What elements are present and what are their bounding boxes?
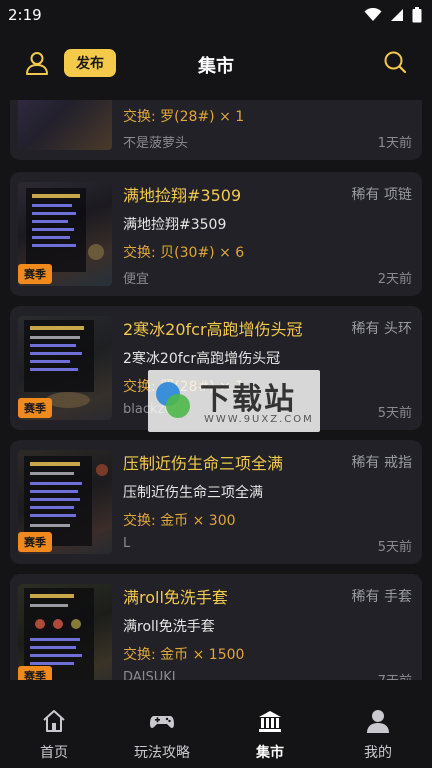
card-time: 2天前 [377, 272, 412, 287]
card-tag: 稀有 头环 [351, 321, 412, 337]
card-tag: 稀有 戒指 [351, 455, 412, 471]
card-seller: L [123, 536, 131, 551]
card-time: 5天前 [377, 540, 412, 555]
home-icon [43, 710, 65, 732]
watermark-text: 下载站 [200, 382, 296, 417]
site-watermark: 下载站 WWW.9UXZ.COM [148, 370, 320, 432]
gamepad-icon [150, 716, 174, 728]
item-thumbnail: 赛季 [18, 584, 112, 680]
page-title: 集市 [198, 56, 234, 77]
card-description: 满roll免洗手套 [123, 619, 215, 635]
card-description: 压制近伤生命三项全满 [123, 485, 263, 501]
listing-card[interactable]: 赛季 压制近伤生命三项全满 稀有 戒指 压制近伤生命三项全满 交换: 金币 × … [10, 440, 422, 564]
item-thumbnail: 赛季 [18, 182, 112, 286]
nav-item-market[interactable]: 集市 [216, 696, 324, 768]
item-thumbnail: 赛季 [18, 450, 112, 554]
wifi-icon [364, 8, 382, 21]
card-time: 5天前 [377, 406, 412, 421]
status-time: 2:19 [8, 6, 42, 24]
card-description: 满地捡翔#3509 [123, 217, 227, 233]
season-badge: 赛季 [18, 666, 52, 680]
card-title: 满地捡翔#3509 [123, 186, 242, 205]
nav-label: 首页 [40, 745, 68, 761]
item-thumbnail: 赛季 [18, 316, 112, 420]
card-title: 压制近伤生命三项全满 [123, 454, 284, 473]
card-exchange: 交换: 金币 × 1500 [123, 647, 245, 663]
card-exchange: 交换: 罗(28#) × 1 [123, 109, 245, 125]
item-thumbnail [18, 100, 112, 150]
card-exchange: 交换: 金币 × 300 [123, 513, 236, 529]
nav-label: 我的 [364, 745, 392, 761]
battery-icon [412, 7, 422, 23]
card-time: 1天前 [377, 136, 412, 151]
nav-item-profile[interactable]: 我的 [324, 696, 432, 768]
bank-icon [259, 711, 281, 732]
listing-card[interactable]: 交换: 罗(28#) × 1 不是菠萝头 1天前 [10, 100, 422, 160]
card-tag: 稀有 手套 [351, 589, 412, 605]
nav-label: 集市 [256, 745, 284, 761]
card-seller: 不是菠萝头 [123, 136, 189, 151]
status-bar: 2:19 [0, 0, 432, 30]
card-time: 7天前 [378, 670, 412, 680]
card-exchange: 交换: 贝(30#) × 6 [123, 245, 245, 261]
status-icons [364, 7, 422, 23]
nav-item-guides[interactable]: 玩法攻略 [108, 696, 216, 768]
watermark-url: WWW.9UXZ.COM [204, 414, 314, 425]
listing-card[interactable]: 赛季 满roll免洗手套 稀有 手套 满roll免洗手套 交换: 金币 × 15… [10, 574, 422, 680]
season-badge: 赛季 [18, 532, 52, 552]
card-title: 满roll免洗手套 [123, 588, 228, 607]
season-badge: 赛季 [18, 264, 52, 284]
app-header: 发布 集市 [0, 32, 432, 94]
search-icon[interactable] [382, 49, 408, 75]
card-description: 2寒冰20fcr高跑增伤头冠 [123, 351, 281, 367]
card-title: 2寒冰20fcr高跑增伤头冠 [123, 320, 303, 339]
signal-icon [391, 9, 403, 21]
bottom-nav: 首页 玩法攻略 集市 我的 [0, 696, 432, 768]
season-badge: 赛季 [18, 398, 52, 418]
card-seller: DAISUKI [123, 670, 176, 680]
watermark-logo-icon [156, 382, 190, 418]
nav-item-home[interactable]: 首页 [0, 696, 108, 768]
listing-card[interactable]: 赛季 满地捡翔#3509 稀有 项链 满地捡翔#3509 交换: 贝(30#) … [10, 172, 422, 296]
card-seller: 便宜 [123, 272, 150, 287]
card-tag: 稀有 项链 [351, 187, 412, 203]
person-icon [367, 710, 389, 733]
nav-label: 玩法攻略 [134, 745, 190, 761]
